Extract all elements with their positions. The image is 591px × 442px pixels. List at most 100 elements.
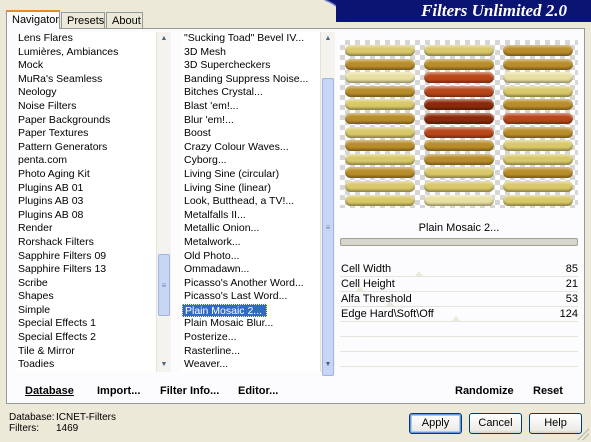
scroll-down-icon[interactable]: ▼ [321, 358, 335, 372]
filter-list-item[interactable]: Crazy Colour Waves... [182, 141, 320, 155]
database-button[interactable]: Database [25, 385, 74, 397]
help-button[interactable]: Help [529, 413, 582, 434]
filters-count-info: Filters: 1469 [9, 423, 78, 434]
mosaic-cell [503, 45, 573, 56]
category-list-item[interactable]: Rorshack Filters [16, 236, 156, 250]
filter-list-item[interactable]: Posterize... [182, 331, 320, 345]
filter-list-item[interactable]: Old Photo... [182, 250, 320, 264]
category-list-item[interactable]: Photo Aging Kit [16, 168, 156, 182]
param-row-alfa-threshold[interactable]: Alfa Threshold 53 [340, 292, 578, 307]
filter-list-item[interactable]: Picasso's Last Word... [182, 290, 320, 304]
mosaic-cell [424, 99, 494, 111]
editor-button[interactable]: Editor... [238, 385, 278, 397]
category-list-item[interactable]: Special Effects 1 [16, 317, 156, 331]
category-list-item[interactable]: Lens Flares [16, 32, 156, 46]
window-title: Filters Unlimited 2.0 [336, 0, 591, 22]
scroll-down-icon[interactable]: ▼ [157, 358, 171, 372]
category-list-item[interactable]: Special Effects 2 [16, 331, 156, 345]
apply-button[interactable]: Apply [409, 413, 462, 434]
category-list-item[interactable]: Paper Textures [16, 127, 156, 141]
database-info-value: ICNET-Filters [56, 412, 116, 423]
filter-list-item[interactable]: Ommadawn... [182, 263, 320, 277]
scroll-up-icon[interactable]: ▲ [321, 32, 335, 46]
tab-navigator[interactable]: Navigator [6, 10, 60, 29]
param-value[interactable]: 124 [560, 307, 578, 321]
category-list-item[interactable]: Tile & Mirror [16, 345, 156, 359]
category-list-item[interactable]: Paper Backgrounds [16, 114, 156, 128]
preview-image [340, 40, 578, 208]
mosaic-cell [345, 194, 415, 206]
param-value[interactable]: 21 [566, 277, 578, 291]
param-row-edge[interactable]: Edge Hard\Soft\Off 124 [340, 307, 578, 322]
param-value[interactable]: 53 [566, 292, 578, 306]
filter-list-item[interactable]: Plain Mosaic Blur... [182, 317, 320, 331]
mosaic-cell [503, 126, 573, 138]
filter-list-item[interactable]: Cyborg... [182, 154, 320, 168]
filter-list-item[interactable]: Metallic Onion... [182, 222, 320, 236]
filter-list-item[interactable]: Plain Mosaic 2... [182, 303, 268, 318]
category-list-item[interactable]: Pattern Generators [16, 141, 156, 155]
filter-list-item[interactable]: Living Sine (linear) [182, 182, 320, 196]
filter-list-item[interactable]: 3D Mesh [182, 46, 320, 60]
category-list-item[interactable]: Sapphire Filters 09 [16, 250, 156, 264]
filter-list-item[interactable]: Picasso's Another Word... [182, 277, 320, 291]
category-list-item[interactable]: Plugins AB 03 [16, 195, 156, 209]
category-list[interactable]: Lens Flares Lumières, Ambiances Mock MuRa's… [16, 32, 156, 372]
category-list-item[interactable]: Render [16, 222, 156, 236]
cancel-button[interactable]: Cancel [469, 413, 522, 434]
filter-list[interactable]: "Sucking Toad" Bevel IV... 3D Mesh 3D Supe… [182, 32, 320, 372]
category-list-item[interactable]: Scribe [16, 277, 156, 291]
filter-list-item[interactable]: Look, Butthead, a TV!... [182, 195, 320, 209]
mosaic-cell [424, 113, 494, 124]
category-list-item[interactable]: penta.com [16, 154, 156, 168]
category-list-item[interactable]: Mock [16, 59, 156, 73]
tab-about[interactable]: About [106, 12, 143, 28]
category-list-item[interactable]: Sapphire Filters 13 [16, 263, 156, 277]
slider-marker[interactable] [355, 286, 364, 291]
category-list-item[interactable]: Neology [16, 86, 156, 100]
param-row-cell-height[interactable]: Cell Height 21 [340, 277, 578, 292]
category-list-item[interactable]: Shapes [16, 290, 156, 304]
mosaic-cell [424, 181, 494, 192]
mosaic-cell [345, 99, 415, 111]
filter-scrollbar[interactable]: ▲ ≡ ▼ [320, 32, 335, 376]
param-label: Edge Hard\Soft\Off [341, 308, 434, 320]
filter-list-item[interactable]: "Sucking Toad" Bevel IV... [182, 32, 320, 46]
category-list-item[interactable]: MuRa's Seamless [16, 73, 156, 87]
filter-scroll-thumb[interactable]: ≡ [322, 78, 334, 376]
filter-list-item[interactable]: Banding Suppress Noise... [182, 73, 320, 87]
category-list-item[interactable]: Simple [16, 304, 156, 318]
filter-list-item[interactable]: Living Sine (circular) [182, 168, 320, 182]
param-row-cell-width[interactable]: Cell Width 85 [340, 262, 578, 277]
resize-grip-icon[interactable] [577, 428, 589, 440]
category-list-item[interactable]: Noise Filters [16, 100, 156, 114]
mosaic-cell [345, 58, 415, 70]
slider-marker[interactable] [415, 271, 424, 276]
slider-marker[interactable] [451, 316, 460, 321]
category-list-item[interactable]: Lumières, Ambiances [16, 46, 156, 60]
reset-button[interactable]: Reset [533, 385, 563, 397]
tab-presets[interactable]: Presets [61, 12, 105, 28]
filter-list-item[interactable]: Bitches Crystal... [182, 86, 320, 100]
category-list-item[interactable]: Toadies [16, 358, 156, 372]
filter-list-item[interactable]: Metalwork... [182, 236, 320, 250]
mosaic-cell [503, 85, 573, 97]
filter-list-item[interactable]: Boost [182, 127, 320, 141]
import-button[interactable]: Import... [97, 385, 140, 397]
slider-marker[interactable] [385, 301, 394, 306]
filter-list-item[interactable]: Weaver... [182, 358, 320, 372]
filter-list-item[interactable]: Metalfalls II... [182, 209, 320, 223]
category-scroll-thumb[interactable]: ≡ [158, 254, 170, 316]
filter-info-button[interactable]: Filter Info... [160, 385, 219, 397]
param-value[interactable]: 85 [566, 262, 578, 276]
filter-list-item[interactable]: Blur 'em!... [182, 114, 320, 128]
filter-list-item[interactable]: Blast 'em!... [182, 100, 320, 114]
category-scrollbar[interactable]: ▲ ≡ ▼ [156, 32, 171, 372]
randomize-button[interactable]: Randomize [455, 385, 514, 397]
scroll-up-icon[interactable]: ▲ [157, 32, 171, 46]
category-list-item[interactable]: Plugins AB 08 [16, 209, 156, 223]
filter-list-item[interactable]: 3D Supercheckers [182, 59, 320, 73]
mosaic-cell [345, 45, 415, 56]
filter-list-item[interactable]: Rasterline... [182, 345, 320, 359]
category-list-item[interactable]: Plugins AB 01 [16, 182, 156, 196]
